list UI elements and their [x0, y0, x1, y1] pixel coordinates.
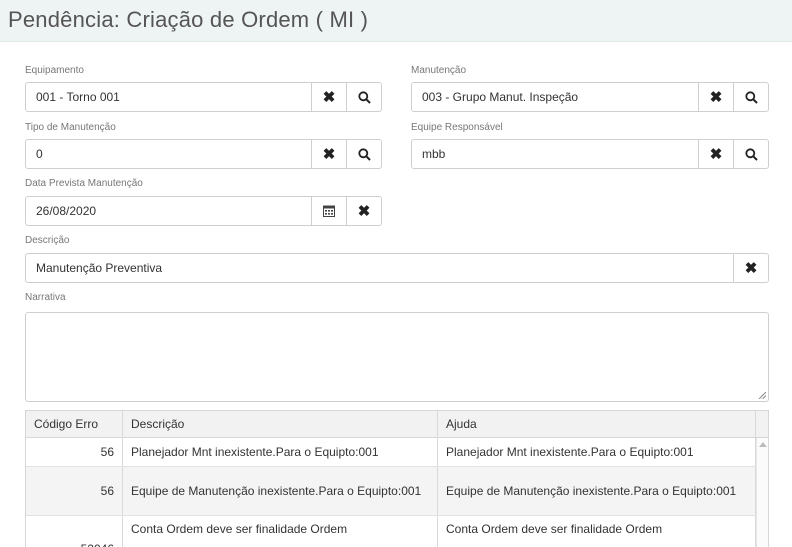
descricao-input[interactable]: Manutenção Preventiva	[26, 254, 733, 282]
cell-codigo: 56	[26, 467, 123, 515]
table-row[interactable]: 56 Planejador Mnt inexistente.Para o Equ…	[26, 438, 756, 467]
data-prevista-input[interactable]: 26/08/2020	[26, 197, 311, 225]
descricao-field: Manutenção Preventiva ✖	[25, 253, 769, 283]
equipe-input[interactable]: mbb	[412, 140, 698, 168]
manutencao-input[interactable]: 003 - Grupo Manut. Inspeção	[412, 83, 698, 111]
search-icon	[357, 90, 371, 104]
table-scrollbar[interactable]	[756, 438, 768, 547]
equipe-label: Equipe Responsável	[411, 122, 503, 133]
column-header-codigo[interactable]: Código Erro	[26, 411, 123, 437]
search-icon	[357, 147, 371, 161]
narrativa-textarea[interactable]	[25, 312, 769, 402]
calendar-button[interactable]	[311, 197, 346, 225]
cell-descricao: Equipe de Manutenção inexistente.Para o …	[123, 467, 438, 515]
cell-ajuda: Equipe de Manutenção inexistente.Para o …	[438, 467, 756, 515]
column-header-ajuda[interactable]: Ajuda	[438, 411, 756, 437]
close-icon: ✖	[322, 145, 336, 163]
tipo-manutencao-input[interactable]: 0	[26, 140, 311, 168]
close-icon: ✖	[357, 202, 371, 220]
manutencao-field: 003 - Grupo Manut. Inspeção ✖	[411, 82, 769, 112]
equipe-clear-button[interactable]: ✖	[698, 140, 733, 168]
equipe-search-button[interactable]	[733, 140, 768, 168]
tipo-manutencao-label: Tipo de Manutenção	[25, 122, 116, 133]
equipamento-clear-button[interactable]: ✖	[311, 83, 346, 111]
close-icon: ✖	[744, 259, 758, 277]
equipamento-search-button[interactable]	[346, 83, 381, 111]
scroll-up-icon[interactable]	[759, 442, 767, 447]
manutencao-label: Manutenção	[411, 65, 467, 76]
close-icon: ✖	[709, 88, 723, 106]
manutencao-search-button[interactable]	[733, 83, 768, 111]
close-icon: ✖	[322, 88, 336, 106]
narrativa-label: Narrativa	[25, 292, 66, 303]
equipamento-field: 001 - Torno 001 ✖	[25, 82, 382, 112]
tipo-manutencao-clear-button[interactable]: ✖	[311, 140, 346, 168]
cell-descricao: Planejador Mnt inexistente.Para o Equipt…	[123, 438, 438, 466]
cell-ajuda: Conta Ordem deve ser finalidade Ordem	[438, 516, 756, 547]
close-icon: ✖	[709, 145, 723, 163]
tipo-manutencao-field: 0 ✖	[25, 139, 382, 169]
calendar-icon	[323, 205, 335, 217]
data-prevista-label: Data Prevista Manutenção	[25, 178, 143, 189]
table-header: Código Erro Descrição Ajuda	[26, 411, 768, 438]
page-title: Pendência: Criação de Ordem ( MI )	[8, 7, 369, 32]
data-prevista-field: 26/08/2020 ✖	[25, 196, 382, 226]
search-icon	[744, 90, 758, 104]
descricao-label: Descrição	[25, 235, 70, 246]
search-icon	[744, 147, 758, 161]
equipamento-label: Equipamento	[25, 65, 84, 76]
descricao-clear-button[interactable]: ✖	[733, 254, 768, 282]
page-header: Pendência: Criação de Ordem ( MI )	[0, 0, 792, 42]
error-table: Código Erro Descrição Ajuda 56 Planejado…	[25, 410, 769, 547]
column-header-descricao[interactable]: Descrição	[123, 411, 438, 437]
data-prevista-clear-button[interactable]: ✖	[346, 197, 381, 225]
equipamento-input[interactable]: 001 - Torno 001	[26, 83, 311, 111]
manutencao-clear-button[interactable]: ✖	[698, 83, 733, 111]
cell-descricao: Conta Ordem deve ser finalidade Ordem	[123, 516, 438, 547]
equipe-field: mbb ✖	[411, 139, 769, 169]
resize-handle-icon[interactable]	[758, 391, 766, 399]
table-row[interactable]: 52046 Conta Ordem deve ser finalidade Or…	[26, 516, 756, 547]
cell-codigo: 52046	[26, 516, 123, 547]
table-row[interactable]: 56 Equipe de Manutenção inexistente.Para…	[26, 467, 756, 516]
cell-ajuda: Planejador Mnt inexistente.Para o Equipt…	[438, 438, 756, 466]
tipo-manutencao-search-button[interactable]	[346, 140, 381, 168]
cell-codigo: 56	[26, 438, 123, 466]
